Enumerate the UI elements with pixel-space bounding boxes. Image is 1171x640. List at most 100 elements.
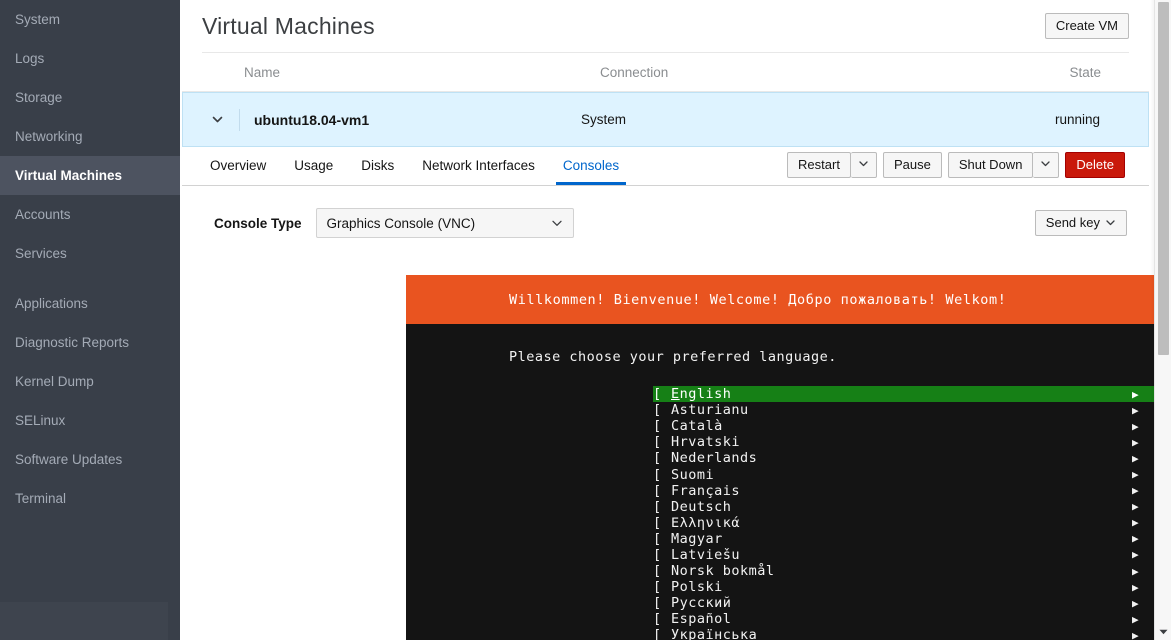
language-option[interactable]: [Nederlands▶] (653, 450, 1164, 466)
console-type-row: Console Type Graphics Console (VNC) Send… (180, 186, 1151, 244)
sidebar-item-selinux[interactable]: SELinux (0, 401, 180, 440)
language-option[interactable]: [Deutsch▶] (653, 499, 1164, 515)
language-option[interactable]: [Français▶] (653, 483, 1164, 499)
submenu-arrow-icon: ▶ (1132, 452, 1154, 465)
sidebar-item-terminal[interactable]: Terminal (0, 479, 180, 518)
bracket-left: [ (653, 450, 671, 466)
scroll-down-arrow-icon[interactable] (1155, 624, 1171, 640)
sidebar-item-accounts[interactable]: Accounts (0, 195, 180, 234)
bracket-left: [ (653, 627, 671, 640)
language-name-rest: orsk bokmål (680, 563, 775, 579)
tab-network-interfaces[interactable]: Network Interfaces (408, 146, 549, 185)
restart-dropdown-toggle[interactable] (851, 152, 877, 178)
sidebar-item-logs[interactable]: Logs (0, 39, 180, 78)
vm-name[interactable]: ubuntu18.04-vm1 (254, 112, 581, 128)
submenu-arrow-icon: ▶ (1132, 629, 1154, 640)
language-option-label: Ελληνικά (671, 515, 1132, 531)
sidebar-item-diagnostic-reports[interactable]: Diagnostic Reports (0, 323, 180, 362)
delete-button[interactable]: Delete (1065, 152, 1125, 178)
language-menu[interactable]: [English▶][Asturianu▶][Català▶][Hrvatski… (406, 386, 1171, 640)
submenu-arrow-icon: ▶ (1132, 516, 1154, 529)
sidebar-item-software-updates[interactable]: Software Updates (0, 440, 180, 479)
accelerator-letter: C (671, 418, 680, 434)
chevron-down-icon[interactable] (207, 110, 227, 130)
sidebar-item-virtual-machines[interactable]: Virtual Machines (0, 156, 180, 195)
language-option-label: Polski (671, 579, 1132, 595)
bracket-left: [ (653, 563, 671, 579)
submenu-arrow-icon: ▶ (1132, 436, 1154, 449)
language-option[interactable]: [English▶] (653, 386, 1164, 402)
vm-state: running (941, 112, 1124, 127)
language-option-label: Русский (671, 595, 1132, 611)
bracket-left: [ (653, 499, 671, 515)
accelerator-letter: E (671, 611, 680, 627)
accelerator-letter: P (671, 579, 680, 595)
accelerator-letter: S (671, 467, 680, 483)
language-option[interactable]: [Ελληνικά▶] (653, 515, 1164, 531)
accelerator-letter: Ε (671, 515, 680, 531)
page-title: Virtual Machines (202, 13, 375, 40)
pause-button[interactable]: Pause (883, 152, 942, 178)
tab-consoles[interactable]: Consoles (549, 146, 633, 185)
shutdown-dropdown-toggle[interactable] (1033, 152, 1059, 178)
language-name-rest: uomi (680, 467, 715, 483)
console-type-select[interactable]: Graphics Console (VNC) (316, 208, 574, 238)
language-option[interactable]: [Русский▶] (653, 595, 1164, 611)
accelerator-letter: F (671, 483, 680, 499)
accelerator-letter: H (671, 434, 680, 450)
submenu-arrow-icon: ▶ (1132, 420, 1154, 433)
sidebar-item-networking[interactable]: Networking (0, 117, 180, 156)
language-option-label: Nederlands (671, 450, 1132, 466)
language-option[interactable]: [Polski▶] (653, 579, 1164, 595)
accelerator-letter: Р (671, 595, 680, 611)
send-key-button[interactable]: Send key (1035, 210, 1127, 236)
submenu-arrow-icon: ▶ (1132, 532, 1154, 545)
language-option-label: Magyar (671, 531, 1132, 547)
create-vm-button[interactable]: Create VM (1045, 13, 1129, 39)
sidebar-item-applications[interactable]: Applications (0, 284, 180, 323)
sidebar-item-services[interactable]: Services (0, 234, 180, 273)
vertical-scrollbar[interactable] (1154, 0, 1171, 640)
sidebar-item-kernel-dump[interactable]: Kernel Dump (0, 362, 180, 401)
language-option[interactable]: [Latviešu▶] (653, 547, 1164, 563)
language-name-rest: nglish (680, 386, 732, 402)
language-option[interactable]: [Norsk bokmål▶] (653, 563, 1164, 579)
vm-table-header: Name Connection State (182, 53, 1149, 92)
submenu-arrow-icon: ▶ (1132, 597, 1154, 610)
tab-usage[interactable]: Usage (280, 146, 347, 185)
submenu-arrow-icon: ▶ (1132, 404, 1154, 417)
language-option[interactable]: [Hrvatski▶] (653, 434, 1164, 450)
submenu-arrow-icon: ▶ (1132, 613, 1154, 626)
language-option[interactable]: [Català▶] (653, 418, 1164, 434)
accelerator-letter: L (671, 547, 680, 563)
language-name-rest: ederlands (680, 450, 758, 466)
tab-disks[interactable]: Disks (347, 146, 408, 185)
accelerator-letter: У (671, 627, 680, 640)
restart-button[interactable]: Restart (787, 152, 851, 178)
shutdown-button[interactable]: Shut Down (948, 152, 1034, 178)
scrollbar-thumb[interactable] (1158, 2, 1169, 355)
row-divider (239, 109, 240, 131)
language-option[interactable]: [Українська▶] (653, 627, 1164, 640)
language-option-label: Українська (671, 627, 1132, 640)
sidebar-item-storage[interactable]: Storage (0, 78, 180, 117)
language-option[interactable]: [Magyar▶] (653, 531, 1164, 547)
submenu-arrow-icon: ▶ (1132, 484, 1154, 497)
language-name-rest: країнська (680, 627, 758, 640)
sidebar-footer-area (0, 602, 168, 640)
vnc-console-viewport[interactable]: Willkommen! Bienvenue! Welcome! Добро по… (406, 275, 1171, 640)
language-name-rest: atalà (680, 418, 723, 434)
cockpit-app: SystemLogsStorageNetworkingVirtual Machi… (0, 0, 1171, 640)
accelerator-letter: D (671, 499, 680, 515)
language-option-label: Asturianu (671, 402, 1132, 418)
sidebar-item-system[interactable]: System (0, 0, 180, 39)
table-row[interactable]: ubuntu18.04-vm1 System running (182, 92, 1149, 147)
language-option[interactable]: [Suomi▶] (653, 466, 1164, 482)
language-name-rest: eutsch (680, 499, 732, 515)
bracket-left: [ (653, 434, 671, 450)
chevron-down-icon (1040, 158, 1051, 169)
language-option-label: Français (671, 483, 1132, 499)
language-option[interactable]: [Asturianu▶] (653, 402, 1164, 418)
language-option[interactable]: [Español▶] (653, 611, 1164, 627)
tab-overview[interactable]: Overview (196, 146, 280, 185)
